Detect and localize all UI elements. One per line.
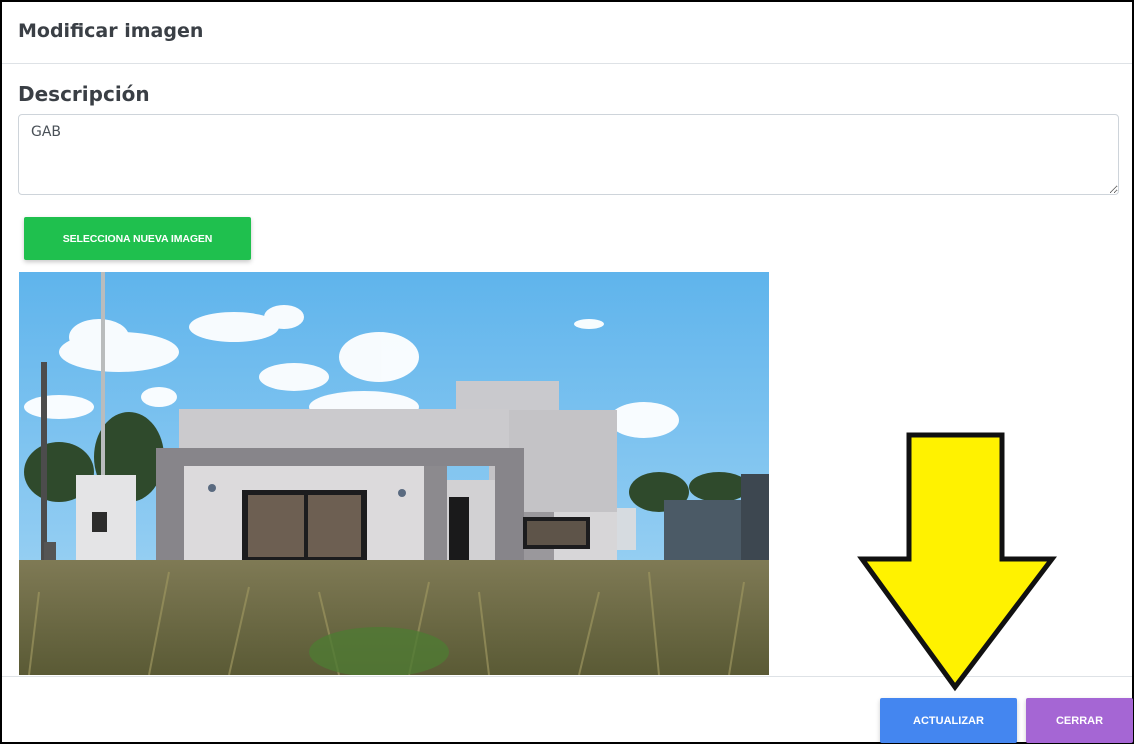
modal-header: Modificar imagen: [2, 2, 1132, 64]
modify-image-modal: Modificar imagen Descripción GAB SELECCI…: [0, 0, 1134, 744]
select-new-image-button[interactable]: SELECCIONA NUEVA IMAGEN: [24, 217, 251, 260]
update-button[interactable]: ACTUALIZAR: [880, 698, 1017, 743]
down-arrow-icon: [857, 432, 1057, 692]
description-label: Descripción: [18, 82, 150, 106]
description-input[interactable]: GAB: [18, 114, 1119, 195]
house-photo: [19, 272, 769, 675]
image-preview: [19, 272, 769, 675]
modal-title: Modificar imagen: [18, 20, 204, 42]
close-button[interactable]: CERRAR: [1026, 698, 1133, 743]
